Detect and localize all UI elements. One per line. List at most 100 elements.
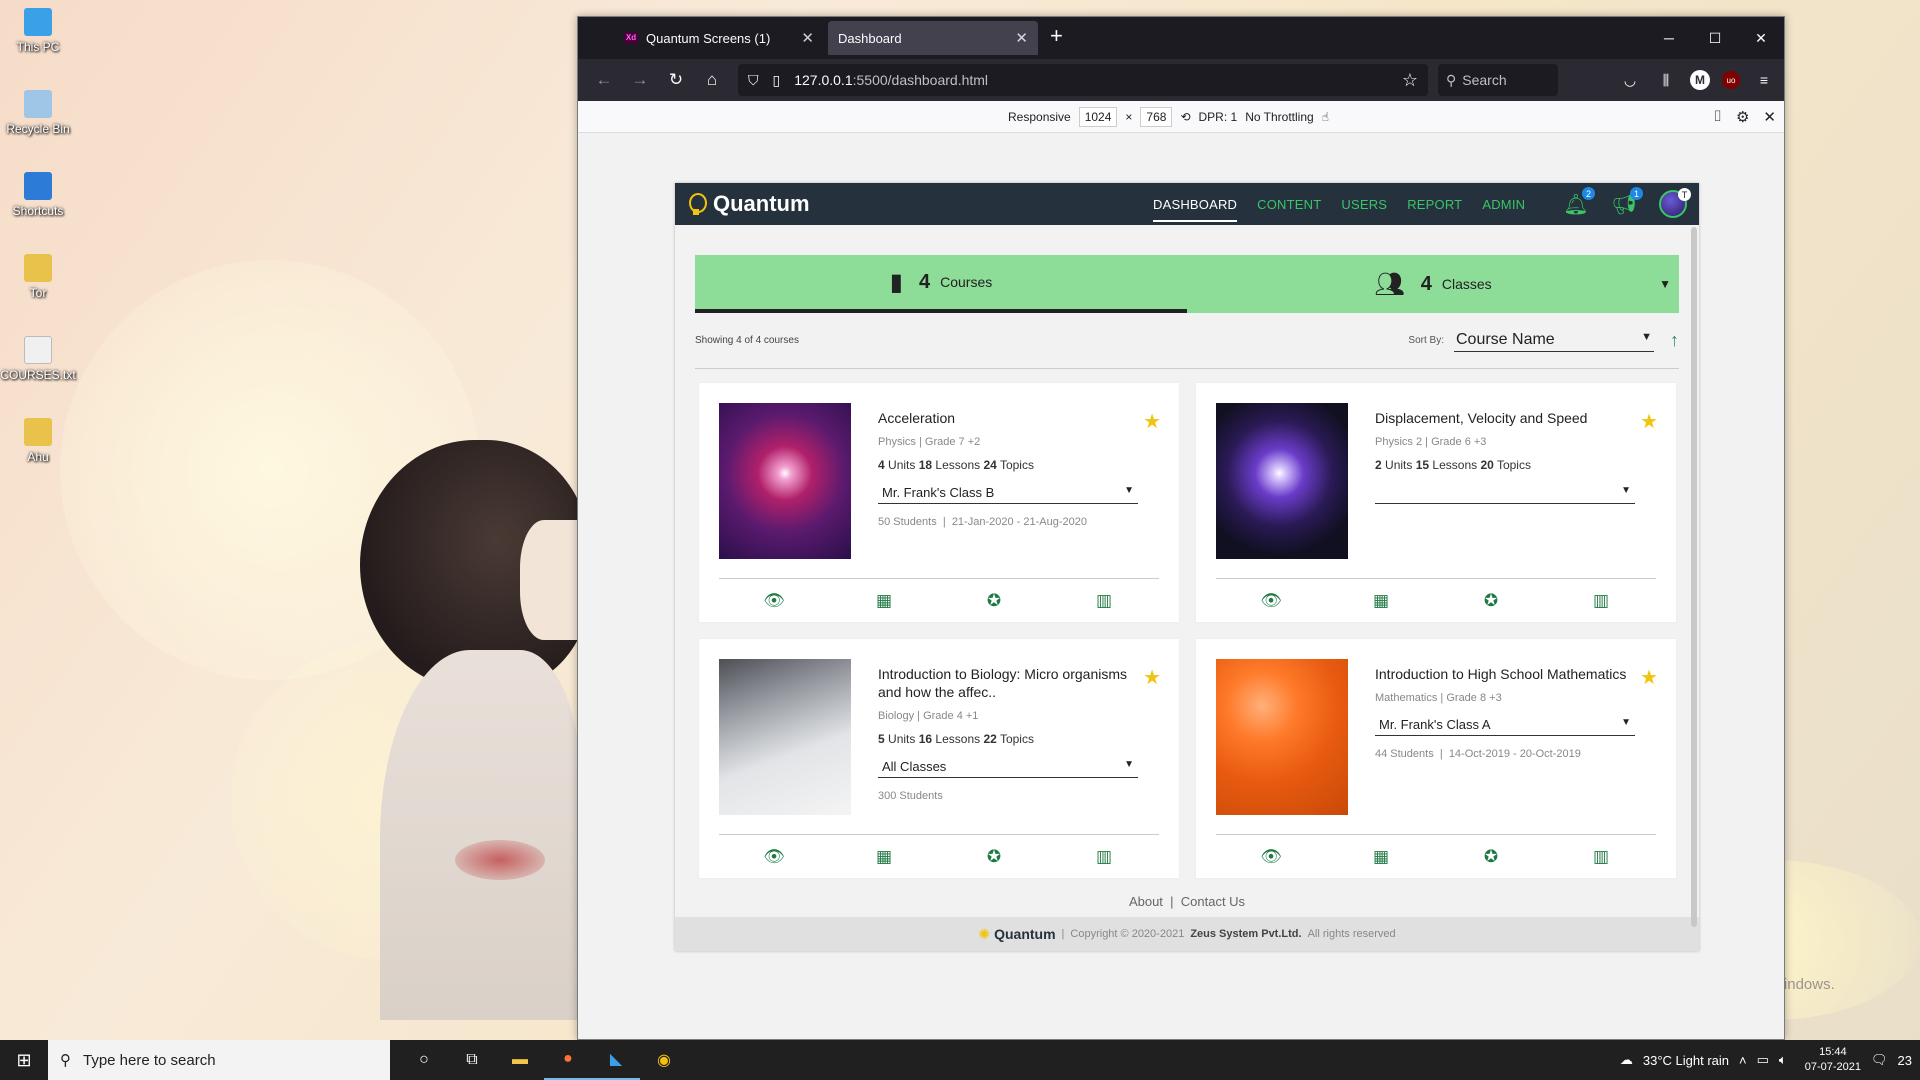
close-tab-icon[interactable]: ✕ — [801, 29, 814, 47]
about-link[interactable]: About — [1129, 894, 1163, 909]
announcement-icon[interactable]: 📢︎ 1 — [1611, 187, 1643, 217]
chevron-down-icon[interactable]: ▼ — [1659, 277, 1671, 291]
new-tab-button[interactable]: + — [1050, 23, 1063, 49]
desktop-icon-this-pc[interactable]: This PC — [0, 0, 76, 82]
weather-icon[interactable]: ☁ — [1620, 1052, 1633, 1068]
contact-link[interactable]: Contact Us — [1181, 894, 1245, 909]
volume-icon[interactable]: 🔈︎ — [1779, 1052, 1787, 1068]
nav-report[interactable]: REPORT — [1407, 187, 1462, 222]
sort-select[interactable]: Course Name ▼ — [1454, 329, 1654, 352]
dpr-select[interactable]: DPR: 1 — [1199, 110, 1238, 124]
height-input[interactable]: 768 — [1140, 106, 1173, 127]
desktop-icon-courses-txt[interactable]: COURSES.txt — [0, 328, 76, 410]
ublock-icon[interactable]: uo — [1722, 71, 1740, 89]
notification-center-icon[interactable]: 🗨︎ — [1871, 1052, 1888, 1068]
browser-tab-quantum-screens[interactable]: Xd Quantum Screens (1) ✕ — [614, 21, 824, 55]
menu-icon[interactable]: ≡ — [1752, 68, 1776, 92]
assignment-icon[interactable]: ✪ — [1476, 591, 1506, 611]
settings-icon[interactable]: ⚙ — [1736, 108, 1749, 126]
account-icon[interactable]: M — [1690, 70, 1710, 90]
weather-text[interactable]: 33°C Light rain — [1643, 1053, 1729, 1068]
view-icon[interactable]: 👁︎ — [759, 591, 789, 611]
firefox-icon[interactable]: ● — [544, 1040, 592, 1080]
view-icon[interactable]: 👁︎ — [1256, 847, 1286, 867]
assignment-icon[interactable]: ✪ — [979, 847, 1009, 867]
report-chart-icon[interactable]: ▥ — [1586, 847, 1616, 867]
search-bar[interactable]: ⚲ Search — [1438, 64, 1558, 96]
vscode-icon[interactable]: ◣ — [592, 1040, 640, 1080]
assignment-icon[interactable]: ✪ — [1476, 847, 1506, 867]
desktop-icon-ahu[interactable]: Ahu — [0, 410, 76, 492]
windows-start-icon[interactable]: ⊞ — [0, 1040, 48, 1080]
clock[interactable]: 15:44 07-07-2021 — [1805, 1045, 1861, 1075]
class-select[interactable]: All Classes ▼ — [878, 756, 1138, 778]
report-chart-icon[interactable]: ▥ — [1586, 591, 1616, 611]
notification-bell-icon[interactable]: 🔔︎ 2 — [1563, 187, 1595, 217]
bookmark-star-icon[interactable]: ☆ — [1402, 70, 1418, 91]
view-icon[interactable]: 👁︎ — [1256, 591, 1286, 611]
course-meta: Biology | Grade 4 +1 — [878, 710, 979, 722]
calendar-icon[interactable]: ▦ — [869, 847, 899, 867]
nav-users[interactable]: USERS — [1341, 187, 1387, 222]
report-chart-icon[interactable]: ▥ — [1089, 847, 1119, 867]
network-icon[interactable]: ▭ — [1757, 1052, 1769, 1068]
chevron-up-icon[interactable]: ˄ — [1739, 1053, 1747, 1068]
assignment-icon[interactable]: ✪ — [979, 591, 1009, 611]
back-icon[interactable]: ← — [586, 70, 622, 90]
maximize-icon[interactable]: ☐ — [1692, 17, 1738, 59]
class-select[interactable]: Mr. Frank's Class A ▼ — [1375, 714, 1635, 736]
class-select[interactable]: Mr. Frank's Class B ▼ — [878, 482, 1138, 504]
touch-icon[interactable]: ☝ — [1322, 110, 1329, 124]
minimize-icon[interactable]: ─ — [1646, 17, 1692, 59]
favorite-star-icon[interactable]: ★ — [1640, 409, 1658, 434]
throttle-select[interactable]: No Throttling — [1245, 110, 1313, 124]
tab-courses[interactable]: ▮ 4 Courses — [695, 255, 1187, 313]
shield-icon[interactable]: ⛉ — [748, 72, 759, 89]
favorite-star-icon[interactable]: ★ — [1143, 409, 1161, 434]
course-title[interactable]: Introduction to Biology: Micro organisms… — [878, 665, 1138, 701]
course-title[interactable]: Introduction to High School Mathematics — [1375, 665, 1635, 683]
course-title[interactable]: Acceleration — [878, 409, 1138, 427]
nav-dashboard[interactable]: DASHBOARD — [1153, 187, 1238, 222]
page-scrollbar[interactable] — [1691, 227, 1697, 927]
address-bar[interactable]: ⛉ ▯ 127.0.0.1 :5500/dashboard.html ☆ — [738, 64, 1428, 96]
width-input[interactable]: 1024 — [1078, 106, 1118, 127]
avatar[interactable]: T — [1659, 188, 1691, 218]
calendar-icon[interactable]: ▦ — [869, 591, 899, 611]
nav-content[interactable]: CONTENT — [1257, 187, 1321, 222]
desktop-icon-tor[interactable]: Tor — [0, 246, 76, 328]
browser-tools: ◡ ⫼ M uo ≡ — [1618, 68, 1776, 92]
sort-direction-icon[interactable]: ↑ — [1670, 330, 1679, 351]
tab-classes[interactable]: 👥︎ 4 Classes ▼ — [1187, 255, 1679, 313]
browser-tab-dashboard[interactable]: Dashboard ✕ — [828, 21, 1038, 55]
pocket-icon[interactable]: ◡ — [1618, 68, 1642, 92]
app-logo[interactable]: Quantum — [685, 190, 810, 218]
home-icon[interactable]: ⌂ — [694, 70, 730, 90]
calendar-icon[interactable]: ▦ — [1366, 591, 1396, 611]
wallpaper-figure — [455, 840, 545, 880]
report-chart-icon[interactable]: ▥ — [1089, 591, 1119, 611]
desktop-icon-recycle-bin[interactable]: Recycle Bin — [0, 82, 76, 164]
view-icon[interactable]: 👁︎ — [759, 847, 789, 867]
close-tab-icon[interactable]: ✕ — [1015, 29, 1028, 47]
nav-admin[interactable]: ADMIN — [1482, 187, 1525, 222]
rotate-icon[interactable]: ⟲ — [1180, 110, 1190, 124]
reload-icon[interactable]: ↻ — [658, 70, 694, 90]
class-select[interactable]: ▼ — [1375, 482, 1635, 504]
chrome-icon[interactable]: ◉ — [640, 1040, 688, 1080]
close-window-icon[interactable]: ✕ — [1738, 17, 1784, 59]
library-icon[interactable]: ⫼ — [1654, 68, 1678, 92]
favorite-star-icon[interactable]: ★ — [1640, 665, 1658, 690]
calendar-icon[interactable]: ▦ — [1366, 847, 1396, 867]
close-rdm-icon[interactable]: ✕ — [1763, 108, 1776, 126]
forward-icon[interactable]: → — [622, 70, 658, 90]
taskbar-search[interactable]: ⚲ Type here to search — [48, 1040, 390, 1080]
desktop-icon-shortcuts[interactable]: Shortcuts — [0, 164, 76, 246]
device-select[interactable]: Responsive — [1008, 110, 1071, 124]
course-title[interactable]: Displacement, Velocity and Speed — [1375, 409, 1635, 427]
cortana-icon[interactable]: ○ — [400, 1040, 448, 1080]
favorite-star-icon[interactable]: ★ — [1143, 665, 1161, 690]
file-explorer-icon[interactable]: ▬ — [496, 1040, 544, 1080]
task-view-icon[interactable]: ⧉ — [448, 1040, 496, 1080]
screenshot-icon[interactable]: ⌷ — [1713, 108, 1722, 126]
